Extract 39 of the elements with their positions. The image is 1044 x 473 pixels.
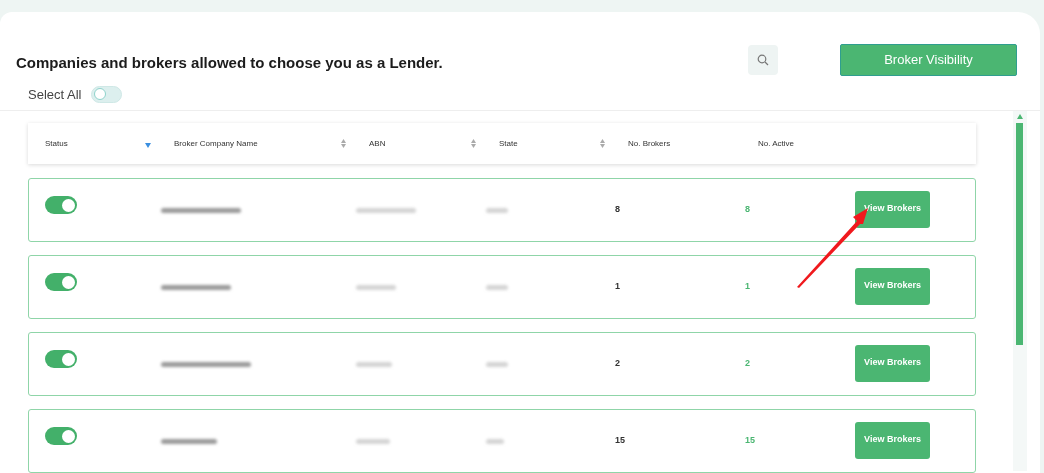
status-toggle[interactable] (45, 273, 77, 291)
column-header[interactable]: Status (45, 137, 68, 150)
blurred-text (486, 207, 508, 213)
blurred-text (356, 438, 390, 444)
select-all-label: Select All (28, 85, 82, 104)
sort-icon[interactable] (341, 139, 346, 148)
sort-descending-icon[interactable] (145, 143, 151, 148)
column-header[interactable]: No. Active (758, 137, 794, 150)
column-header[interactable]: State (499, 137, 518, 150)
blurred-text (356, 284, 396, 290)
blurred-text (161, 438, 217, 444)
broker-count: 1 (615, 281, 620, 292)
search-button[interactable] (748, 45, 778, 75)
broker-count: 2 (615, 358, 620, 369)
active-count: 2 (745, 358, 750, 369)
page-title: Companies and brokers allowed to choose you as a Lender. (16, 53, 443, 73)
column-header[interactable]: ABN (369, 137, 386, 150)
scroll-up-icon[interactable] (1017, 114, 1023, 119)
status-toggle[interactable] (45, 196, 77, 214)
search-icon (757, 54, 769, 66)
blurred-text (486, 361, 508, 367)
column-header[interactable]: No. Brokers (628, 137, 671, 150)
blurred-text (161, 284, 231, 290)
select-all-toggle[interactable] (91, 85, 123, 103)
column-header[interactable]: Broker Company Name (174, 137, 258, 150)
status-toggle[interactable] (45, 427, 77, 445)
broker-count: 15 (615, 435, 625, 446)
scrollbar-thumb[interactable] (1016, 123, 1023, 345)
active-count: 8 (745, 204, 750, 215)
blurred-text (486, 284, 508, 290)
blurred-text (356, 207, 416, 213)
status-toggle[interactable] (45, 350, 77, 368)
active-count: 15 (745, 435, 755, 446)
active-count: 1 (745, 281, 750, 292)
sort-icon[interactable] (600, 139, 605, 148)
sort-icon[interactable] (471, 139, 476, 148)
broker-count: 8 (615, 204, 620, 215)
blurred-text (486, 438, 504, 444)
blurred-text (356, 361, 392, 367)
